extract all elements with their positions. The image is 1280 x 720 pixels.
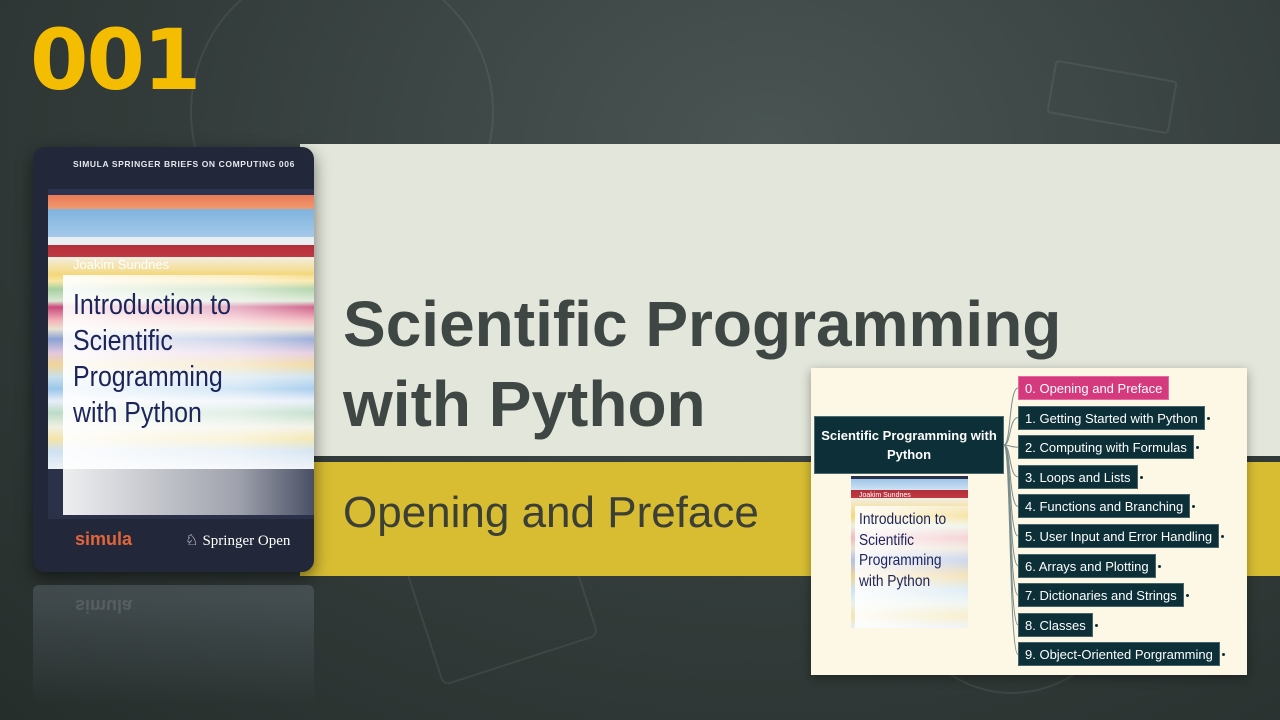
book-author: Joakim Sundnes [73, 257, 170, 272]
chapter-connector [1003, 387, 1019, 446]
chalk-rectangle-sketch [1046, 59, 1178, 135]
chapter-node: 1. Getting Started with Python [1018, 405, 1205, 430]
chapter-node: 8. Classes [1018, 612, 1093, 637]
chapter-connector [1003, 417, 1019, 446]
chapter-node: 4. Functions and Branching [1018, 494, 1191, 519]
mind-map: Scientific Programming with Python Joaki… [811, 368, 1247, 675]
mind-map-root: Scientific Programming with Python [814, 416, 1004, 474]
chapter-node: 0. Opening and Preface [1018, 376, 1170, 400]
chapter-node: 2. Computing with Formulas [1018, 435, 1194, 460]
book-series: SIMULA SPRINGER BRIEFS ON COMPUTING 006 [73, 159, 295, 169]
springer-horse-icon: ♘ [185, 533, 199, 549]
chapter-node: 9. Object-Oriented Porgramming [1018, 642, 1220, 667]
chapter-node: 5. User Input and Error Handling [1018, 524, 1220, 548]
mind-map-cover-title: Introduction to Scientific Programming w… [859, 511, 947, 590]
springer-open-logo: ♘ Springer Open [185, 531, 290, 550]
chapter-node: 6. Arrays and Plotting [1018, 553, 1156, 578]
mind-map-cover-author: Joakim Sundnes [859, 492, 911, 499]
chapter-node: 3. Loops and Lists [1018, 464, 1138, 489]
episode-number: 001 [30, 11, 201, 109]
springer-open-label: Springer Open [202, 533, 291, 549]
book-title: Introduction to Scientific Programming w… [73, 289, 232, 429]
chapter-dot [1140, 475, 1143, 479]
book-reflection: simula [33, 585, 314, 705]
mind-map-book-cover: Joakim Sundnes Introduction to Scientifi… [851, 476, 968, 628]
chapter-dot [1221, 535, 1224, 538]
simula-logo: simula [75, 529, 133, 549]
chapter-dot [1158, 564, 1161, 568]
book-cover: SIMULA SPRINGER BRIEFS ON COMPUTING 006 … [33, 147, 314, 572]
chapter-node: 7. Dictionaries and Strings [1018, 583, 1184, 608]
chapter-dot [1207, 416, 1210, 420]
chapter-dot [1095, 623, 1098, 627]
reflection-simula: simula [75, 596, 133, 616]
page-subtitle: Opening and Preface [343, 488, 759, 537]
